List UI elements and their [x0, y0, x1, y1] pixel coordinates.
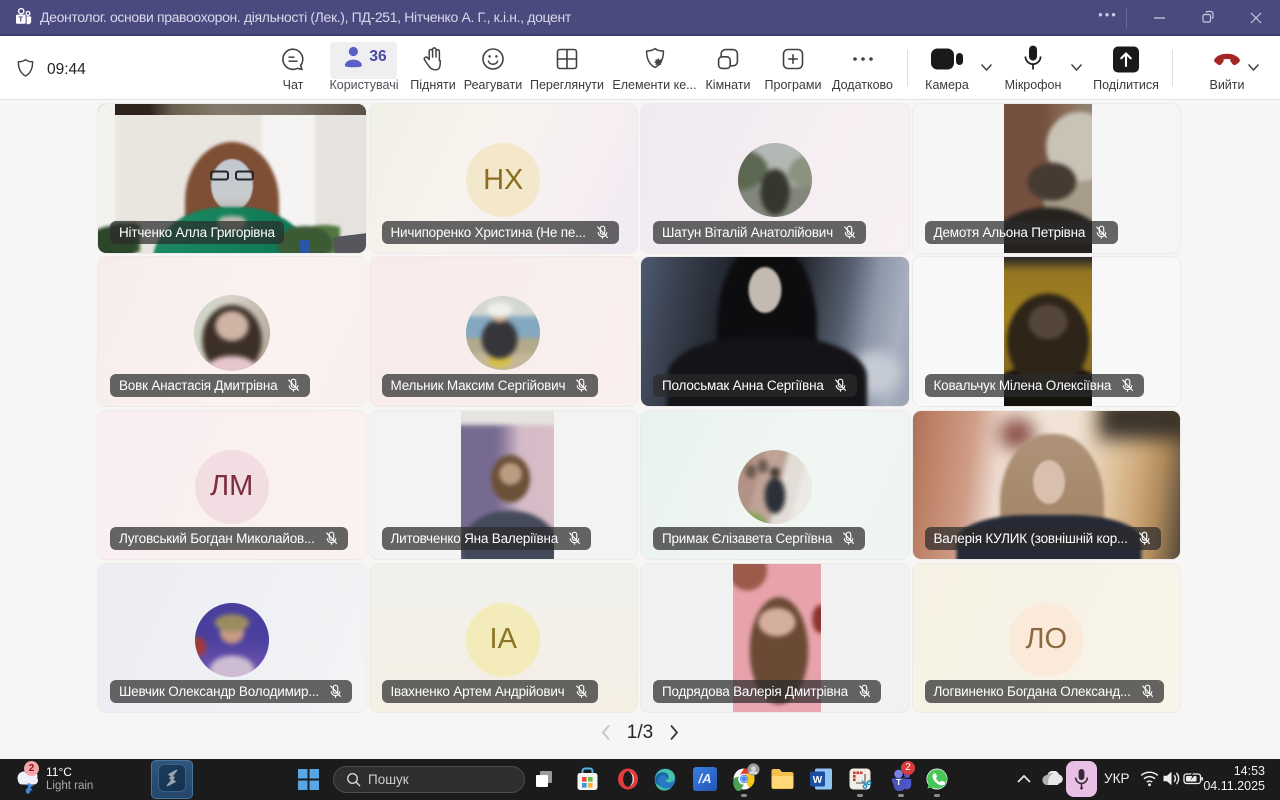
svg-text:W: W — [813, 775, 823, 786]
svg-text:T: T — [896, 777, 902, 787]
svg-text:T: T — [19, 15, 24, 24]
